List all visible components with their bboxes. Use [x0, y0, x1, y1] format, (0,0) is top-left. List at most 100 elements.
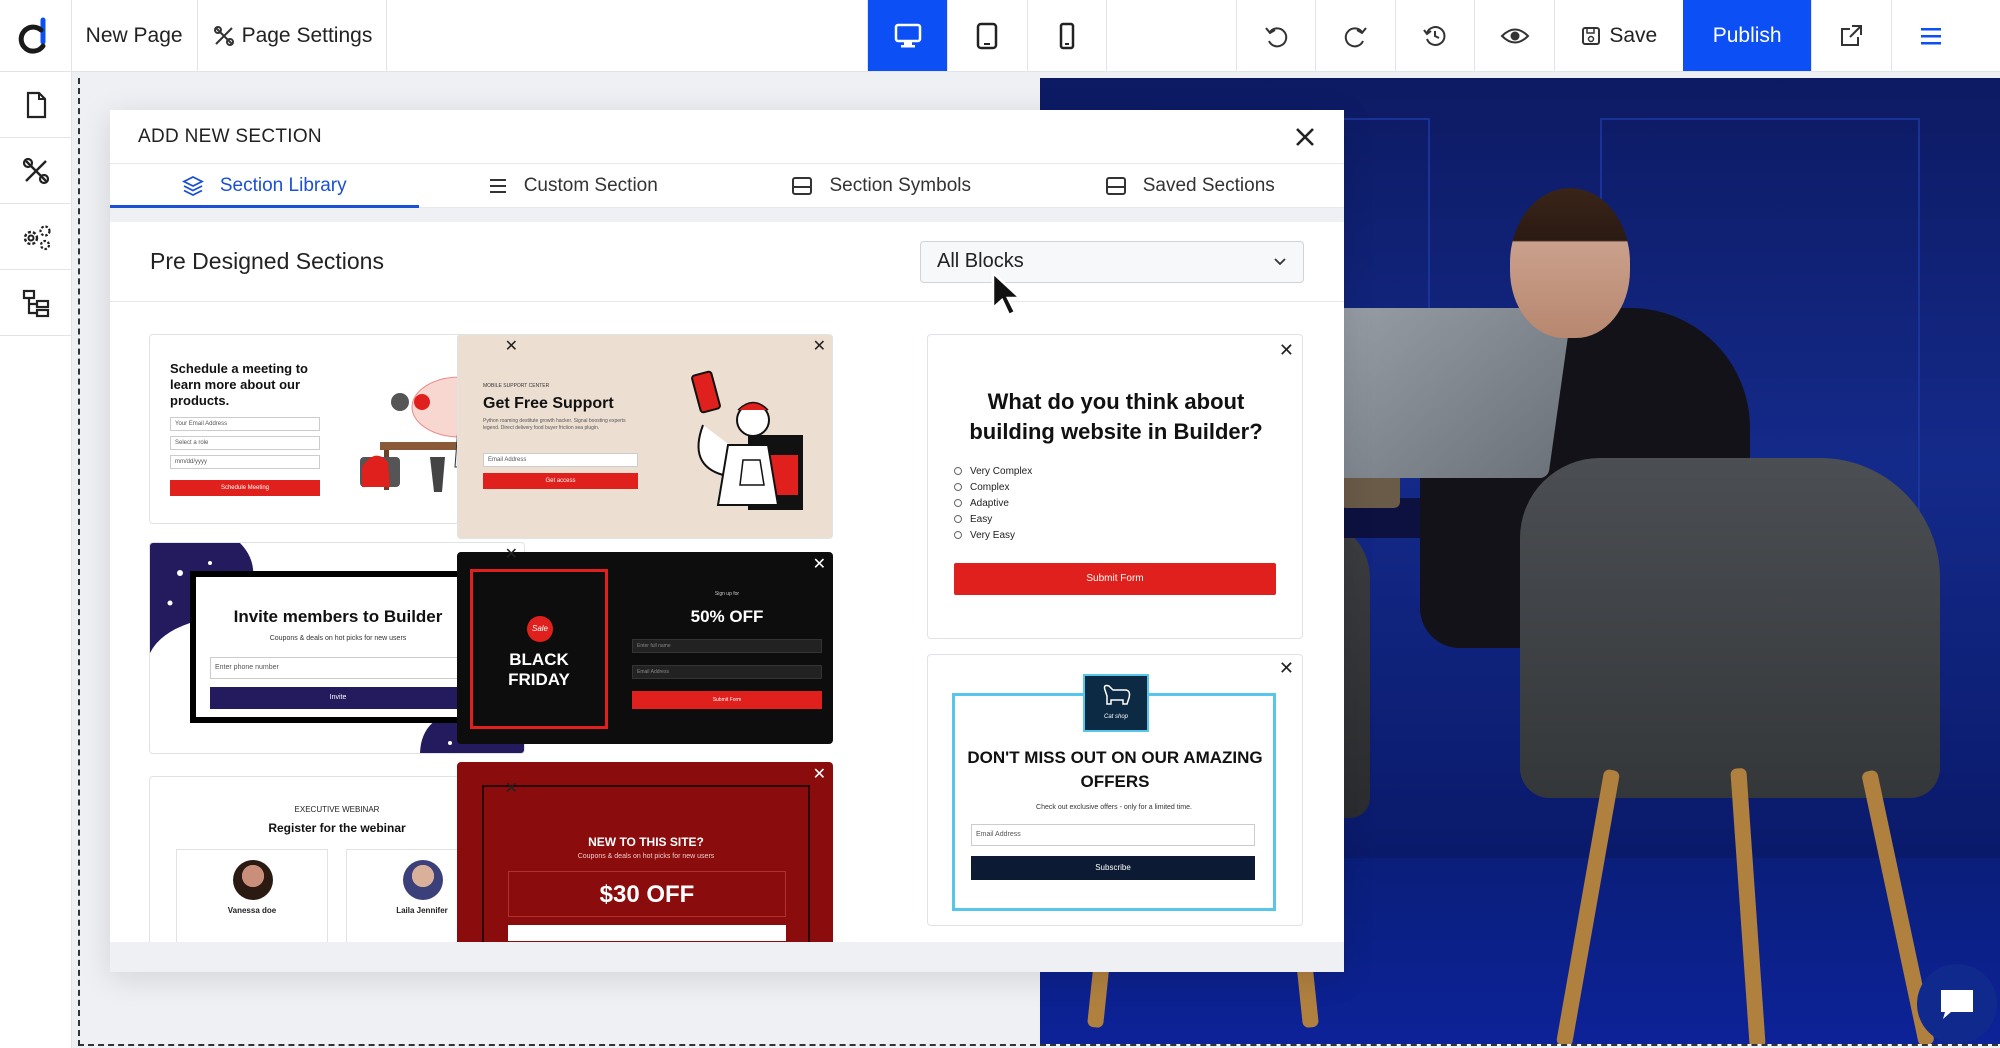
close-icon[interactable]: ✕: [1279, 659, 1294, 677]
survey-options: Very Complex Complex Adaptive Easy Very …: [954, 463, 1032, 543]
close-icon[interactable]: ✕: [813, 557, 826, 573]
sidebar-item-settings[interactable]: [0, 204, 71, 270]
card-button: Get access: [483, 473, 638, 489]
desktop-view-button[interactable]: [867, 0, 947, 71]
close-icon: [1296, 127, 1314, 146]
close-icon[interactable]: ✕: [505, 547, 518, 563]
block-filter-select[interactable]: All Blocks: [920, 240, 1304, 283]
close-icon[interactable]: ✕: [813, 339, 826, 355]
menu-button[interactable]: [1890, 0, 1971, 71]
modal-tabs: Section Library Custom Section Section S…: [110, 164, 1344, 208]
card-email-field: Email Address: [483, 453, 638, 467]
chevron-down-icon: [1274, 257, 1286, 265]
layers-icon: [181, 175, 204, 196]
tablet-view-button[interactable]: [946, 0, 1027, 71]
add-section-modal: ADD NEW SECTION Section Library Custom S…: [110, 110, 1344, 972]
tab-saved-sections[interactable]: Saved Sections: [1036, 164, 1345, 207]
list-icon: [489, 178, 506, 193]
save-button[interactable]: Save: [1554, 0, 1683, 71]
card-subtitle: Coupons & deals on hot picks for new use…: [577, 853, 715, 860]
survey-option-label: Complex: [970, 481, 1010, 493]
tab-label: Section Library: [219, 174, 347, 196]
survey-option-label: Very Complex: [970, 465, 1033, 477]
card-subtitle: Check out exclusive offers - only for a …: [1036, 804, 1192, 811]
sidebar-item-layers[interactable]: [0, 270, 71, 336]
save-icon: [1582, 26, 1601, 45]
gears-icon: [23, 224, 51, 250]
section-card-blackfriday[interactable]: ✕ Sale BLACK FRIDAY Sign up for 50% OFF …: [457, 552, 833, 744]
survey-option: Adaptive: [954, 495, 1032, 511]
preview-button[interactable]: [1474, 0, 1554, 71]
card-input-placeholder: [508, 925, 786, 941]
publish-button[interactable]: Publish: [1683, 0, 1811, 71]
section-card-support[interactable]: ✕ MOBILE SUPPORT CENTER Get Free Support…: [457, 334, 833, 539]
survey-option: Very Easy: [954, 527, 1032, 543]
pre-designed-header: Pre Designed Sections All Blocks: [110, 222, 1344, 302]
redo-button[interactable]: [1315, 0, 1395, 71]
card-offer: 50% OFF: [690, 607, 764, 626]
card-phone-field: Enter phone number: [210, 657, 466, 679]
survey-option: Very Complex: [954, 463, 1032, 479]
card-button: Submit Form: [954, 563, 1276, 595]
card-eyebrow: MOBILE SUPPORT CENTER: [483, 383, 550, 389]
card-title: FRIDAY: [508, 670, 570, 689]
tab-section-library[interactable]: Section Library: [110, 164, 419, 208]
card-title: What do you think about building website…: [969, 389, 1263, 444]
redo-icon: [1344, 26, 1367, 47]
person-head: [1510, 188, 1630, 338]
cat-shop-logo: Cat shop: [1083, 674, 1149, 732]
tab-custom-section[interactable]: Custom Section: [419, 164, 728, 207]
survey-option-label: Easy: [970, 513, 993, 525]
undo-icon: [1265, 26, 1288, 47]
tools-icon: [22, 157, 49, 184]
history-button[interactable]: [1394, 0, 1475, 71]
open-external-button[interactable]: [1810, 0, 1891, 71]
section-symbol-icon: [792, 176, 813, 195]
mouse-cursor-icon: [991, 270, 1024, 317]
card-title: DON'T MISS OUT ON OUR AMAZING OFFERS: [967, 748, 1263, 791]
offers-box: Cat shop DON'T MISS OUT ON OUR AMAZING O…: [952, 674, 1276, 911]
card-description: Python roaming destitute growth hacker. …: [483, 418, 626, 431]
section-card-offers[interactable]: ✕ Cat shop DON'T MISS OUT ON OUR AMAZING…: [927, 654, 1303, 926]
card-email-field: Email Address: [971, 824, 1255, 846]
builder-logo-icon[interactable]: [0, 0, 72, 71]
chat-widget-button[interactable]: [1917, 964, 1997, 1044]
tools-icon: [213, 25, 234, 46]
app-window: New Page Page Settings Save Publish ADD …: [0, 0, 2000, 1048]
newsite-frame: NEW TO THIS SITE? Coupons & deals on hot…: [482, 785, 810, 942]
card-date-field: mm/dd/yyyy: [170, 455, 320, 469]
card-title: NEW TO THIS SITE?: [588, 835, 704, 849]
card-title: BLACK: [509, 650, 569, 669]
page-name-label: New Page: [85, 23, 183, 47]
survey-option-label: Adaptive: [970, 497, 1009, 509]
pre-designed-title: Pre Designed Sections: [150, 248, 384, 274]
speaker-name: Vanessa doe: [227, 906, 277, 915]
page-settings-button[interactable]: Page Settings: [198, 0, 388, 71]
undo-button[interactable]: [1235, 0, 1316, 71]
close-modal-button[interactable]: [1294, 126, 1316, 148]
mobile-view-button[interactable]: [1026, 0, 1107, 71]
card-title: Get Free Support: [483, 395, 614, 412]
external-link-icon: [1841, 24, 1863, 46]
modal-title: ADD NEW SECTION: [138, 125, 322, 147]
sale-badge: Sale: [527, 616, 553, 642]
page-name-button[interactable]: New Page: [72, 0, 198, 71]
card-button: Subscribe: [971, 856, 1255, 880]
card-subtitle: Coupons & deals on hot picks for new use…: [269, 635, 407, 642]
speaker-avatar: [233, 860, 273, 900]
close-icon[interactable]: ✕: [1279, 341, 1294, 359]
sidebar-item-tools[interactable]: [0, 138, 71, 204]
tab-section-symbols[interactable]: Section Symbols: [727, 164, 1036, 207]
card-button: Schedule Meeting: [170, 480, 320, 496]
modal-header: ADD NEW SECTION: [110, 110, 1344, 164]
close-icon[interactable]: ✕: [505, 781, 518, 797]
sidebar-item-pages[interactable]: [0, 72, 71, 138]
chair-right: [1520, 458, 1940, 798]
section-card-survey[interactable]: ✕ What do you think about building websi…: [927, 334, 1303, 639]
survey-option: Complex: [954, 479, 1032, 495]
logo-text: Cat shop: [1103, 714, 1128, 720]
close-icon[interactable]: ✕: [813, 767, 826, 783]
speaker-avatar: [403, 860, 443, 900]
section-grid: ✕ Schedule a meeting to learn more about…: [110, 302, 1344, 942]
close-icon[interactable]: ✕: [505, 339, 518, 355]
